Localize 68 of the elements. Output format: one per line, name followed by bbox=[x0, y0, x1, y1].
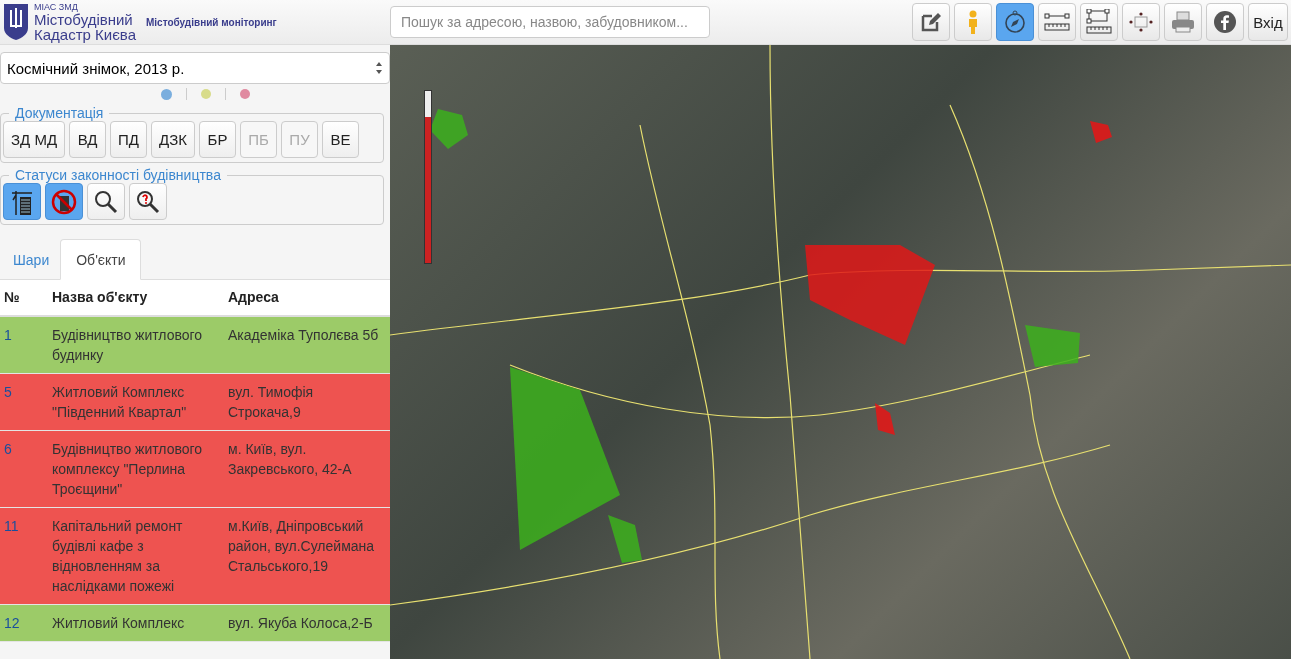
panel-tab[interactable]: Об'єкти bbox=[60, 239, 142, 280]
section-legend: Статуси законності будівництва bbox=[9, 167, 227, 183]
toolbar-button[interactable] bbox=[1206, 3, 1244, 41]
facebook-icon bbox=[1213, 10, 1237, 34]
table-cell-text: вул. Якуба Колоса,2-Б bbox=[228, 614, 374, 633]
column-header: Адреса bbox=[228, 288, 280, 307]
kyiv-emblem-icon bbox=[2, 2, 30, 42]
document-filter-button[interactable]: ВД bbox=[69, 121, 107, 158]
basemap-dot[interactable] bbox=[239, 89, 250, 99]
basemap-select[interactable]: Космічний знімок, 2013 р. bbox=[0, 52, 390, 84]
row-number-link[interactable]: 12 bbox=[0, 605, 52, 641]
building-plot-area[interactable] bbox=[608, 515, 642, 563]
basemap-dot[interactable] bbox=[160, 88, 172, 100]
table-cell-text: Житловий Комплекс "Південний Квартал" bbox=[52, 383, 188, 422]
compass-icon bbox=[1003, 10, 1027, 34]
building-plot-area[interactable] bbox=[1025, 325, 1080, 367]
toolbar-button[interactable] bbox=[912, 3, 950, 41]
building-plot-area[interactable] bbox=[510, 367, 620, 550]
document-filter-button[interactable]: ДЗК bbox=[151, 121, 195, 158]
column-header: Назва об'єкту bbox=[52, 288, 149, 307]
document-filter-button[interactable]: ВЕ bbox=[322, 121, 359, 158]
crane-building-icon bbox=[10, 188, 34, 215]
table-cell-text: м. Київ, вул. Закревського, 42-А bbox=[228, 440, 353, 479]
table-cell-text: Капітальний ремонт будівлі кафе з відновленням за наслідками пожежі bbox=[52, 517, 184, 596]
person-icon bbox=[967, 10, 979, 34]
forbidden-building-icon bbox=[51, 188, 77, 215]
toolbar-button[interactable] bbox=[1080, 3, 1118, 41]
document-filter-button[interactable]: ЗД МД bbox=[3, 121, 66, 158]
zoom-slider[interactable] bbox=[424, 90, 432, 264]
table-cell-text: вул. Тимофія Строкача,9 bbox=[228, 383, 315, 422]
app-title: Містобудівний bbox=[34, 11, 134, 27]
edit-icon bbox=[920, 11, 942, 33]
column-header: № bbox=[3, 288, 21, 307]
table-row[interactable]: 12 Житловий Комплекс вул. Якуба Колоса,2-Б bbox=[0, 605, 390, 642]
table-row[interactable]: 1 Будівництво житлового будинку Академіка Туполєва 5б bbox=[0, 317, 390, 374]
building-plot-area[interactable] bbox=[875, 403, 895, 435]
area-measure-icon bbox=[1086, 9, 1112, 35]
toolbar-button[interactable] bbox=[996, 3, 1034, 41]
login-button[interactable]: Вхід bbox=[1248, 3, 1288, 41]
app-subtitle: Містобудівний моніторинг bbox=[145, 16, 277, 28]
org-name: МІАС ЗМД bbox=[34, 2, 79, 12]
panel-tab[interactable]: Шари bbox=[2, 239, 61, 280]
status-filter-button[interactable] bbox=[129, 183, 167, 220]
document-filter-button[interactable]: БР bbox=[199, 121, 236, 158]
section-legend: Документація bbox=[9, 105, 110, 121]
select-arrows-icon bbox=[375, 61, 383, 75]
row-number-link[interactable]: 1 bbox=[0, 317, 52, 373]
status-filter-button[interactable] bbox=[3, 183, 41, 220]
search-icon bbox=[94, 189, 118, 214]
toolbar-button[interactable] bbox=[1164, 3, 1202, 41]
question-search-icon bbox=[136, 189, 160, 214]
table-row[interactable]: 6 Будівництво житлового комплексу "Перлина Троєщини" м. Київ, вул. Закревського, 42-А bbox=[0, 431, 390, 508]
building-plot-area[interactable] bbox=[430, 109, 468, 149]
table-cell-text: Академіка Туполєва 5б bbox=[228, 326, 380, 345]
printer-icon bbox=[1171, 11, 1195, 33]
search-field[interactable]: Пошук за адресою, назвою, забудовником... bbox=[390, 6, 710, 38]
toolbar-button[interactable] bbox=[1038, 3, 1076, 41]
status-filter-button[interactable] bbox=[87, 183, 125, 220]
table-cell-text: Житловий Комплекс bbox=[52, 614, 186, 633]
table-cell-text: м.Київ, Дніпровський район, вул.Сулеймана Стальського,19 bbox=[228, 517, 376, 576]
ruler-icon bbox=[1044, 12, 1070, 32]
table-cell-text: Будівництво житлового будинку bbox=[52, 326, 204, 365]
table-row[interactable]: 5 Житловий Комплекс "Південний Квартал" вул. Тимофія Строкача,9 bbox=[0, 374, 390, 431]
center-map-icon bbox=[1129, 12, 1153, 32]
table-row[interactable]: 11 Капітальний ремонт будівлі кафе з відновленням за наслідками пожежі м.Київ, Дніпровський район, вул.Сулеймана Стальського,19 bbox=[0, 508, 390, 605]
basemap-dot[interactable] bbox=[200, 89, 211, 99]
document-filter-button[interactable]: ПД bbox=[110, 121, 148, 158]
table-cell-text: Будівництво житлового комплексу "Перлина Троєщини" bbox=[52, 440, 204, 499]
